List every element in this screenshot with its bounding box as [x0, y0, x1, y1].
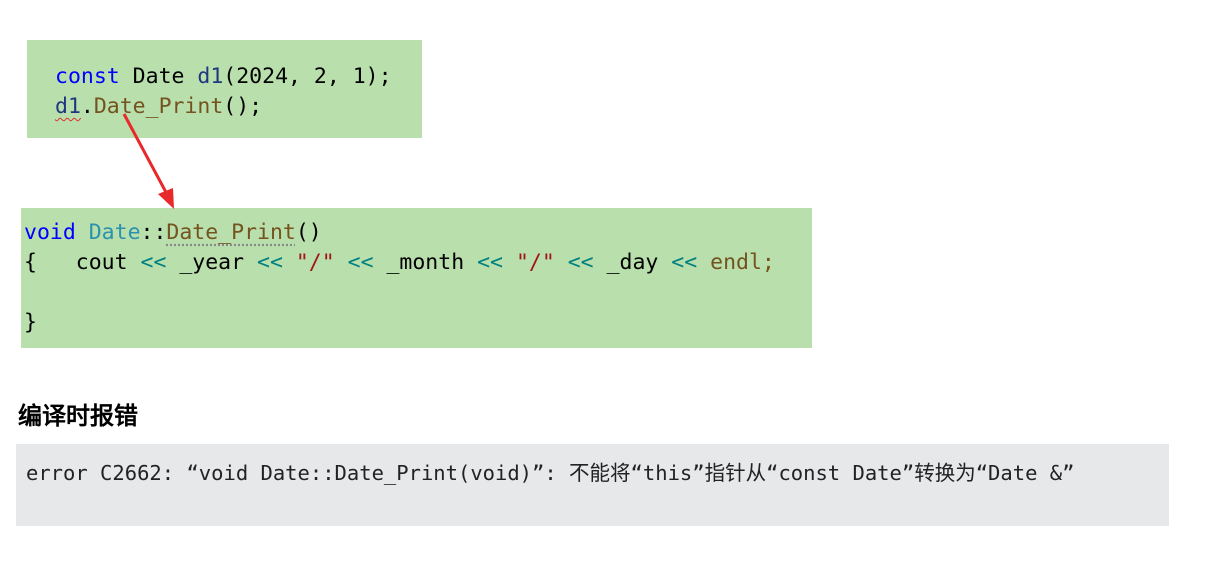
arrow-line: [122, 113, 170, 197]
arrow-head-icon: [158, 188, 174, 209]
error-output: error C2662: “void Date::Date_Print(void…: [16, 444, 1169, 526]
section-heading: 编译时报错: [18, 401, 138, 430]
error-message: error C2662: “void Date::Date_Print(void…: [26, 461, 1075, 485]
